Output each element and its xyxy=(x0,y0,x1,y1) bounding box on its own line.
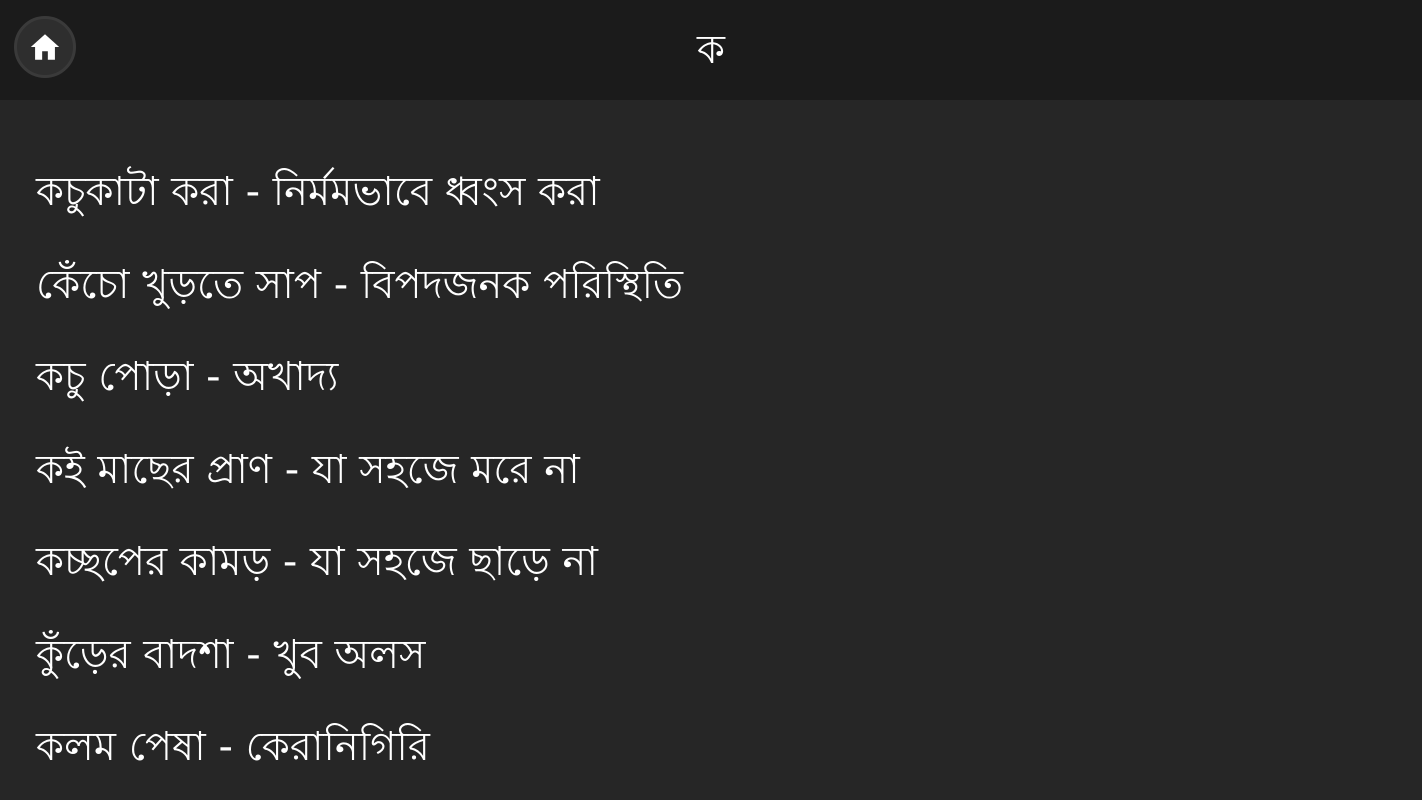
list-item[interactable]: কচুকাটা করা - নির্মমভাবে ধ্বংস করা xyxy=(36,146,1422,239)
list-item[interactable]: কলম পেষা - কেরানিগিরি xyxy=(36,701,1422,794)
list-item[interactable]: কচ্ছপের কামড় - যা সহজে ছাড়ে না xyxy=(36,516,1422,609)
home-icon xyxy=(30,34,60,60)
home-button[interactable] xyxy=(14,16,76,78)
top-bar: ক xyxy=(0,0,1422,100)
list-item[interactable]: কুঁড়ের বাদশা - খুব অলস xyxy=(36,609,1422,702)
app-screen: ক কচুকাটা করা - নির্মমভাবে ধ্বংস করা কেঁ… xyxy=(0,0,1422,800)
list-item[interactable]: কেঁচো খুড়তে সাপ - বিপদজনক পরিস্থিতি xyxy=(36,239,1422,332)
list-item[interactable]: কই মাছের প্রাণ - যা সহজে মরে না xyxy=(36,424,1422,517)
idiom-list: কচুকাটা করা - নির্মমভাবে ধ্বংস করা কেঁচো… xyxy=(36,146,1422,794)
page-title: ক xyxy=(697,27,725,73)
list-item[interactable]: কচু পোড়া - অখাদ্য xyxy=(36,331,1422,424)
